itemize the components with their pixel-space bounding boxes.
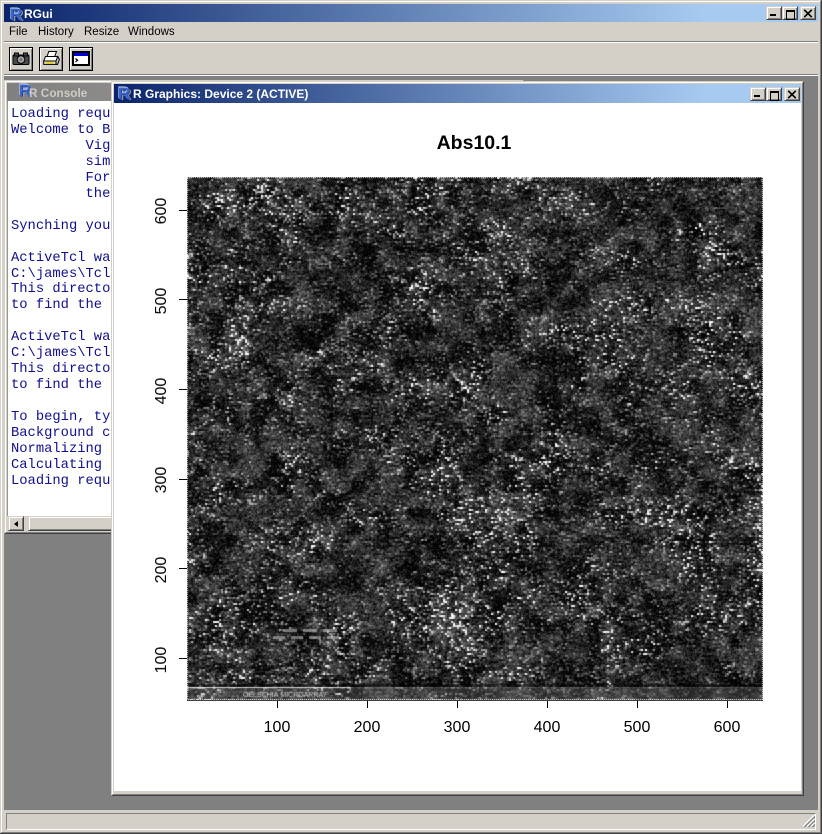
svg-text:R: R <box>10 6 22 23</box>
svg-text:R: R <box>118 85 130 103</box>
